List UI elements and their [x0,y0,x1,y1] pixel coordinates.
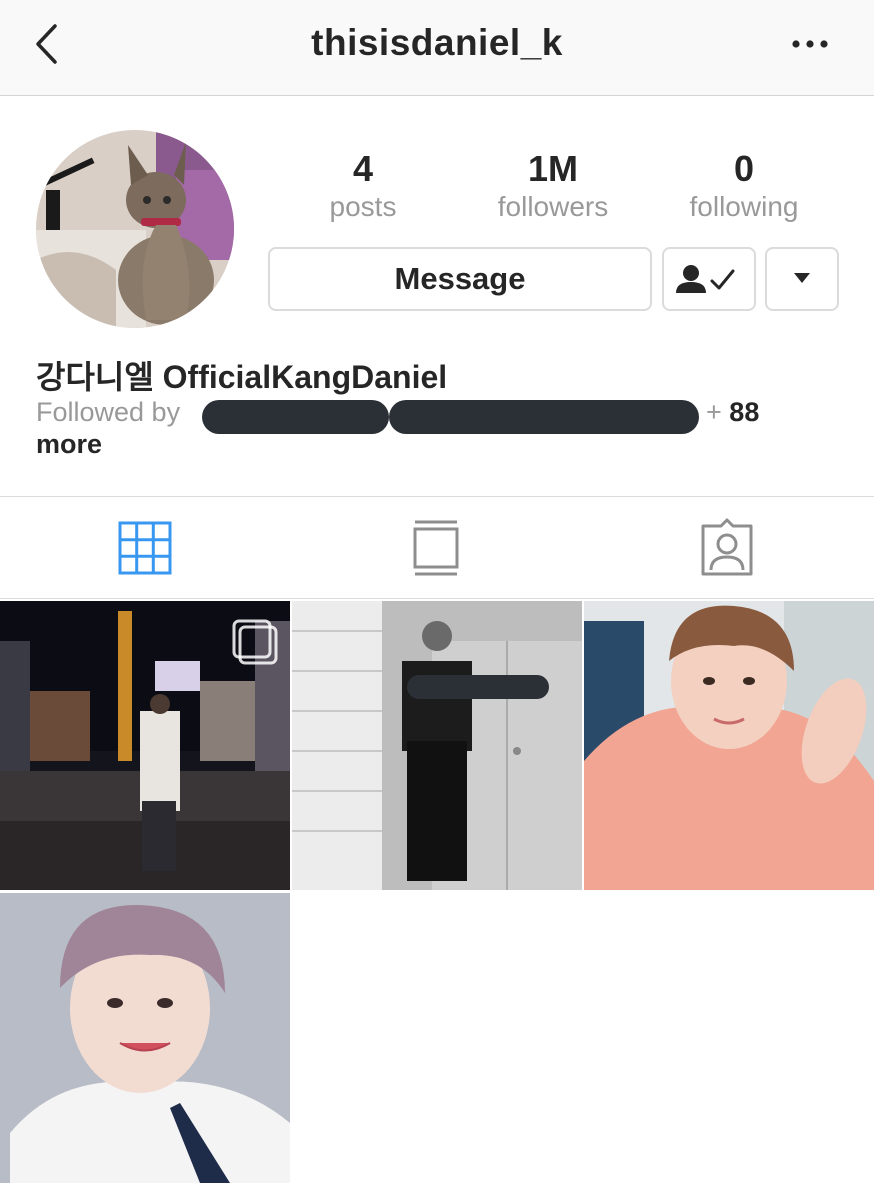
followers-count-value: 1M [527,148,578,189]
post-image-bw-portrait [292,601,582,890]
posts-count-label: posts [329,191,397,222]
following-count-label: following [689,191,799,222]
redacted-username [202,400,389,434]
display-name: 강다니엘 OfficialKangDaniel [36,359,448,395]
avatar-image [36,130,234,328]
profile-avatar[interactable] [36,130,234,328]
followed-by-count-value: 88 [729,397,760,427]
redacted-username [389,400,699,434]
person-check-icon [676,265,735,293]
post-image-night-street [0,601,290,890]
post-thumbnail[interactable] [0,893,290,1183]
followers-count-label: followers [497,191,609,222]
more-options-button[interactable] [790,36,830,52]
profile-username: thisisdaniel_k [311,22,563,63]
post-thumbnail[interactable] [584,601,874,890]
post-image-white-shirt-portrait [0,893,290,1183]
post-thumbnail[interactable] [292,601,582,890]
tab-grid-view[interactable] [115,518,175,578]
message-button[interactable]: Message [268,247,652,311]
tagged-person-icon [701,518,753,576]
caret-down-icon [794,273,810,283]
divider [0,496,874,497]
redacted-text [407,675,549,699]
divider [0,598,874,599]
posts-count-value: 4 [352,148,374,189]
tab-feed-view[interactable] [406,518,466,578]
nav-bar: thisisdaniel_k [0,0,874,96]
following-status-button[interactable] [662,247,756,311]
suggestions-dropdown-button[interactable] [765,247,839,311]
grid-icon [118,521,172,575]
followed-by-count[interactable]: + 88 [706,397,759,428]
feed-icon [413,520,459,576]
plus-sign: + [706,397,722,427]
post-thumbnail[interactable] [0,601,290,890]
followed-by-label[interactable]: Followed by [36,397,180,428]
following-count[interactable]: 0 following [654,148,834,224]
followed-by-more[interactable]: more [36,429,102,460]
posts-count[interactable]: 4 posts [273,148,453,224]
followers-count[interactable]: 1M followers [463,148,643,224]
post-image-pink-hoodie-selfie [584,601,874,890]
following-count-value: 0 [733,148,755,189]
more-horizontal-icon [792,40,828,48]
tab-tagged[interactable] [697,518,757,578]
